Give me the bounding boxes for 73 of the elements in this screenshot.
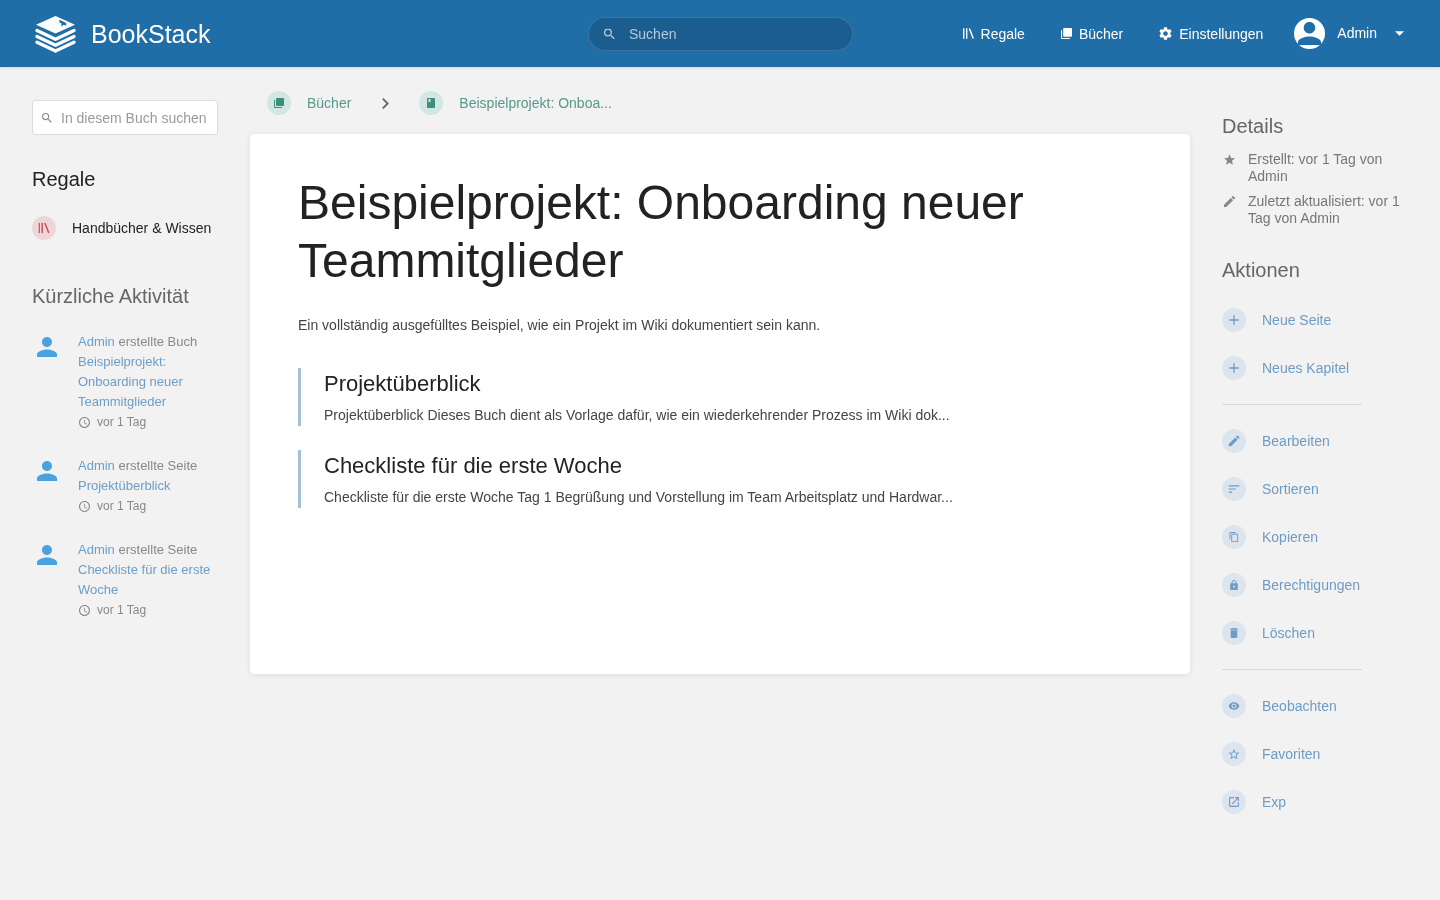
book-icon — [419, 91, 444, 115]
action-link[interactable]: Sortieren — [1222, 477, 1319, 501]
book-title: Beispielprojekt: Onboarding neuer Teammitglieder — [298, 175, 1025, 289]
brand-link[interactable]: BookStack — [34, 14, 211, 53]
clock-icon — [79, 416, 90, 428]
entity-link[interactable]: Beispielprojekt: Onboarding neuer Teammitglieder — [78, 352, 218, 412]
page-link[interactable]: Checkliste für die erste Woche — [324, 452, 1142, 480]
stacked-books-logo-icon — [34, 14, 77, 53]
star-icon — [1223, 154, 1235, 165]
user-avatar-icon — [1294, 18, 1326, 49]
nav-link[interactable]: Einstellungen — [1159, 23, 1264, 44]
user-link[interactable]: Admin — [78, 542, 115, 557]
plus-icon — [1222, 356, 1246, 380]
page-link[interactable]: Projektüberblick — [324, 370, 1142, 398]
shelves-icon — [32, 216, 56, 240]
pencil-icon — [1222, 429, 1246, 453]
user-link[interactable]: Admin — [78, 458, 115, 473]
action-link[interactable]: Kopieren — [1222, 525, 1319, 549]
sort-lines-icon — [1222, 477, 1246, 501]
action-link[interactable]: Neues Kapitel — [1222, 356, 1350, 380]
entity-link[interactable]: Checkliste für die erste Woche — [78, 560, 218, 600]
action-link[interactable]: Exp — [1222, 790, 1287, 814]
section-heading: Regale — [32, 167, 97, 191]
activity-text: Admin erstellte Seite — [78, 541, 199, 559]
user-icon — [37, 461, 57, 482]
page-excerpt: Checkliste für die erste Woche Tag 1 Begrüßung und Vorstellung im Team Arbeitsplatz und Hardwar... — [324, 488, 954, 507]
activity-text: Admin erstellte Buch — [78, 333, 199, 351]
eye-icon — [1222, 694, 1246, 718]
copy-icon — [1222, 525, 1246, 549]
plus-icon — [1222, 308, 1246, 332]
section-heading: Aktionen — [1222, 258, 1301, 282]
action-link[interactable]: Favoriten — [1222, 742, 1321, 766]
chevron-icon — [382, 97, 390, 109]
entity-link[interactable]: Projektüberblick — [78, 476, 218, 496]
pencil-icon — [1223, 196, 1235, 207]
activity-text: Admin erstellte Seite — [78, 457, 199, 475]
book-description: Ein vollständig ausgefülltes Beispiel, wie ein Projekt im Wiki dokumentiert sein kann. — [298, 316, 822, 335]
search-icon — [42, 112, 52, 123]
details-text: Zuletzt aktualisiert: vor 1 Tag von Admin — [1248, 193, 1401, 227]
action-link[interactable]: Neue Seite — [1222, 308, 1332, 332]
settings-icon — [1159, 27, 1173, 40]
action-link[interactable]: Bearbeiten — [1222, 429, 1330, 453]
lock-icon — [1222, 573, 1246, 597]
export-icon — [1222, 790, 1246, 814]
section-heading: Details — [1222, 114, 1285, 138]
details-text: Erstellt: vor 1 Tag von Admin — [1248, 151, 1384, 185]
trash-icon — [1222, 621, 1246, 645]
action-link[interactable]: Beobachten — [1222, 694, 1337, 718]
caret-icon — [1395, 31, 1404, 36]
star-outline-icon — [1222, 742, 1246, 766]
nav-link[interactable]: Regale — [962, 23, 1025, 44]
user-icon — [37, 545, 57, 566]
user-link[interactable]: Admin — [78, 334, 115, 349]
activity-time: vor 1 Tag — [97, 602, 147, 619]
user-icon — [37, 337, 57, 358]
clock-icon — [79, 500, 90, 512]
action-link[interactable]: Löschen — [1222, 621, 1315, 645]
books-icon — [1060, 28, 1072, 39]
shelves-icon — [962, 28, 974, 39]
breadcrumb-link[interactable]: Bücher — [267, 91, 352, 115]
search-field[interactable]: In diesem Buch suchen — [32, 100, 218, 135]
nav-link[interactable]: Bücher — [1060, 23, 1124, 44]
breadcrumb-link[interactable]: Beispielprojekt: Onboa... — [419, 91, 612, 115]
section-heading: Kürzliche Aktivität — [32, 284, 190, 308]
user-menu-button[interactable]: Admin — [1294, 18, 1404, 49]
activity-time: vor 1 Tag — [97, 414, 147, 431]
activity-time: vor 1 Tag — [97, 498, 147, 515]
shelf-link[interactable]: Handbücher & Wissen — [32, 216, 218, 240]
clock-icon — [79, 604, 90, 616]
books-icon — [267, 91, 291, 115]
page-excerpt: Projektüberblick Dieses Buch dient als Vorlage dafür, wie ein wiederkehrender Prozess im Wiki dok... — [324, 406, 951, 425]
search-icon — [604, 28, 615, 39]
action-link[interactable]: Berechtigungen — [1222, 573, 1361, 597]
